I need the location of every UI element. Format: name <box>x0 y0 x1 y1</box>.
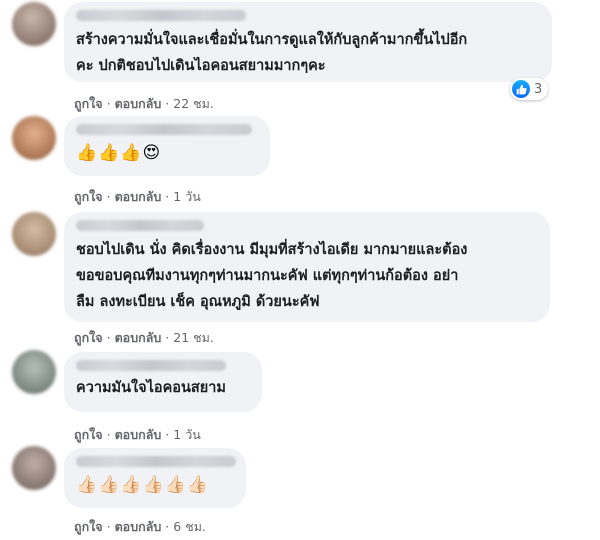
separator: · <box>106 189 111 204</box>
separator: · <box>106 519 111 534</box>
reaction-count: 3 <box>534 81 543 97</box>
timestamp[interactable]: 21 ชม. <box>173 330 214 345</box>
reply-link[interactable]: ตอบกลับ <box>115 330 162 345</box>
avatar[interactable] <box>12 212 56 256</box>
author-name-blurred[interactable] <box>76 360 226 371</box>
like-link[interactable]: ถูกใจ <box>74 519 103 534</box>
separator: · <box>106 96 111 111</box>
like-link[interactable]: ถูกใจ <box>74 96 103 111</box>
avatar[interactable] <box>12 2 56 46</box>
comment-actions: ถูกใจ · ตอบกลับ · 6 ชม. <box>74 517 206 537</box>
like-link[interactable]: ถูกใจ <box>74 189 103 204</box>
timestamp[interactable]: 22 ชม. <box>173 96 214 111</box>
comment-text: ความมันใจไอคอนสยาม <box>76 380 226 396</box>
comment-bubble: 👍👍👍😍 <box>64 116 270 176</box>
separator: · <box>165 96 170 111</box>
comment-actions: ถูกใจ · ตอบกลับ · 22 ชม. <box>74 94 214 114</box>
separator: · <box>106 330 111 345</box>
timestamp[interactable]: 1 วัน <box>173 189 201 204</box>
separator: · <box>165 189 170 204</box>
comment-bubble: สร้างความมั่นใจและเชื่อมั่นในการดูแลให้ก… <box>64 2 552 82</box>
separator: · <box>165 330 170 345</box>
reaction-badge[interactable]: 3 <box>510 78 549 100</box>
author-name-blurred[interactable] <box>76 10 246 21</box>
comment-text: สร้างความมั่นใจและเชื่อมั่นในการดูแลให้ก… <box>76 32 468 74</box>
timestamp[interactable]: 1 วัน <box>173 427 201 442</box>
like-link[interactable]: ถูกใจ <box>74 330 103 345</box>
separator: · <box>165 519 170 534</box>
comment-actions: ถูกใจ · ตอบกลับ · 1 วัน <box>74 425 201 445</box>
avatar[interactable] <box>12 116 56 160</box>
thumbs-up-icon <box>512 80 530 98</box>
author-name-blurred[interactable] <box>76 456 236 467</box>
comment-bubble: ชอบไปเดิน นั่ง คิดเรื่องงาน มีมุมที่สร้า… <box>64 212 550 322</box>
separator: · <box>165 427 170 442</box>
reply-link[interactable]: ตอบกลับ <box>115 96 162 111</box>
reply-link[interactable]: ตอบกลับ <box>115 427 162 442</box>
author-name-blurred[interactable] <box>76 220 204 231</box>
comment-actions: ถูกใจ · ตอบกลับ · 21 ชม. <box>74 328 214 348</box>
author-name-blurred[interactable] <box>76 124 252 135</box>
like-link[interactable]: ถูกใจ <box>74 427 103 442</box>
avatar[interactable] <box>12 446 56 490</box>
avatar[interactable] <box>12 350 56 394</box>
comment-emoji-text: 👍🏻👍🏻👍🏻👍🏻👍🏻👍🏻 <box>76 475 210 495</box>
comment-bubble: ความมันใจไอคอนสยาม <box>64 352 262 412</box>
reply-link[interactable]: ตอบกลับ <box>115 189 162 204</box>
separator: · <box>106 427 111 442</box>
comment-bubble: 👍🏻👍🏻👍🏻👍🏻👍🏻👍🏻 <box>64 448 246 508</box>
timestamp[interactable]: 6 ชม. <box>173 519 206 534</box>
comment-emoji-text: 👍👍👍😍 <box>76 143 162 163</box>
comment-text: ชอบไปเดิน นั่ง คิดเรื่องงาน มีมุมที่สร้า… <box>76 242 468 310</box>
reply-link[interactable]: ตอบกลับ <box>115 519 162 534</box>
comment-actions: ถูกใจ · ตอบกลับ · 1 วัน <box>74 187 201 207</box>
